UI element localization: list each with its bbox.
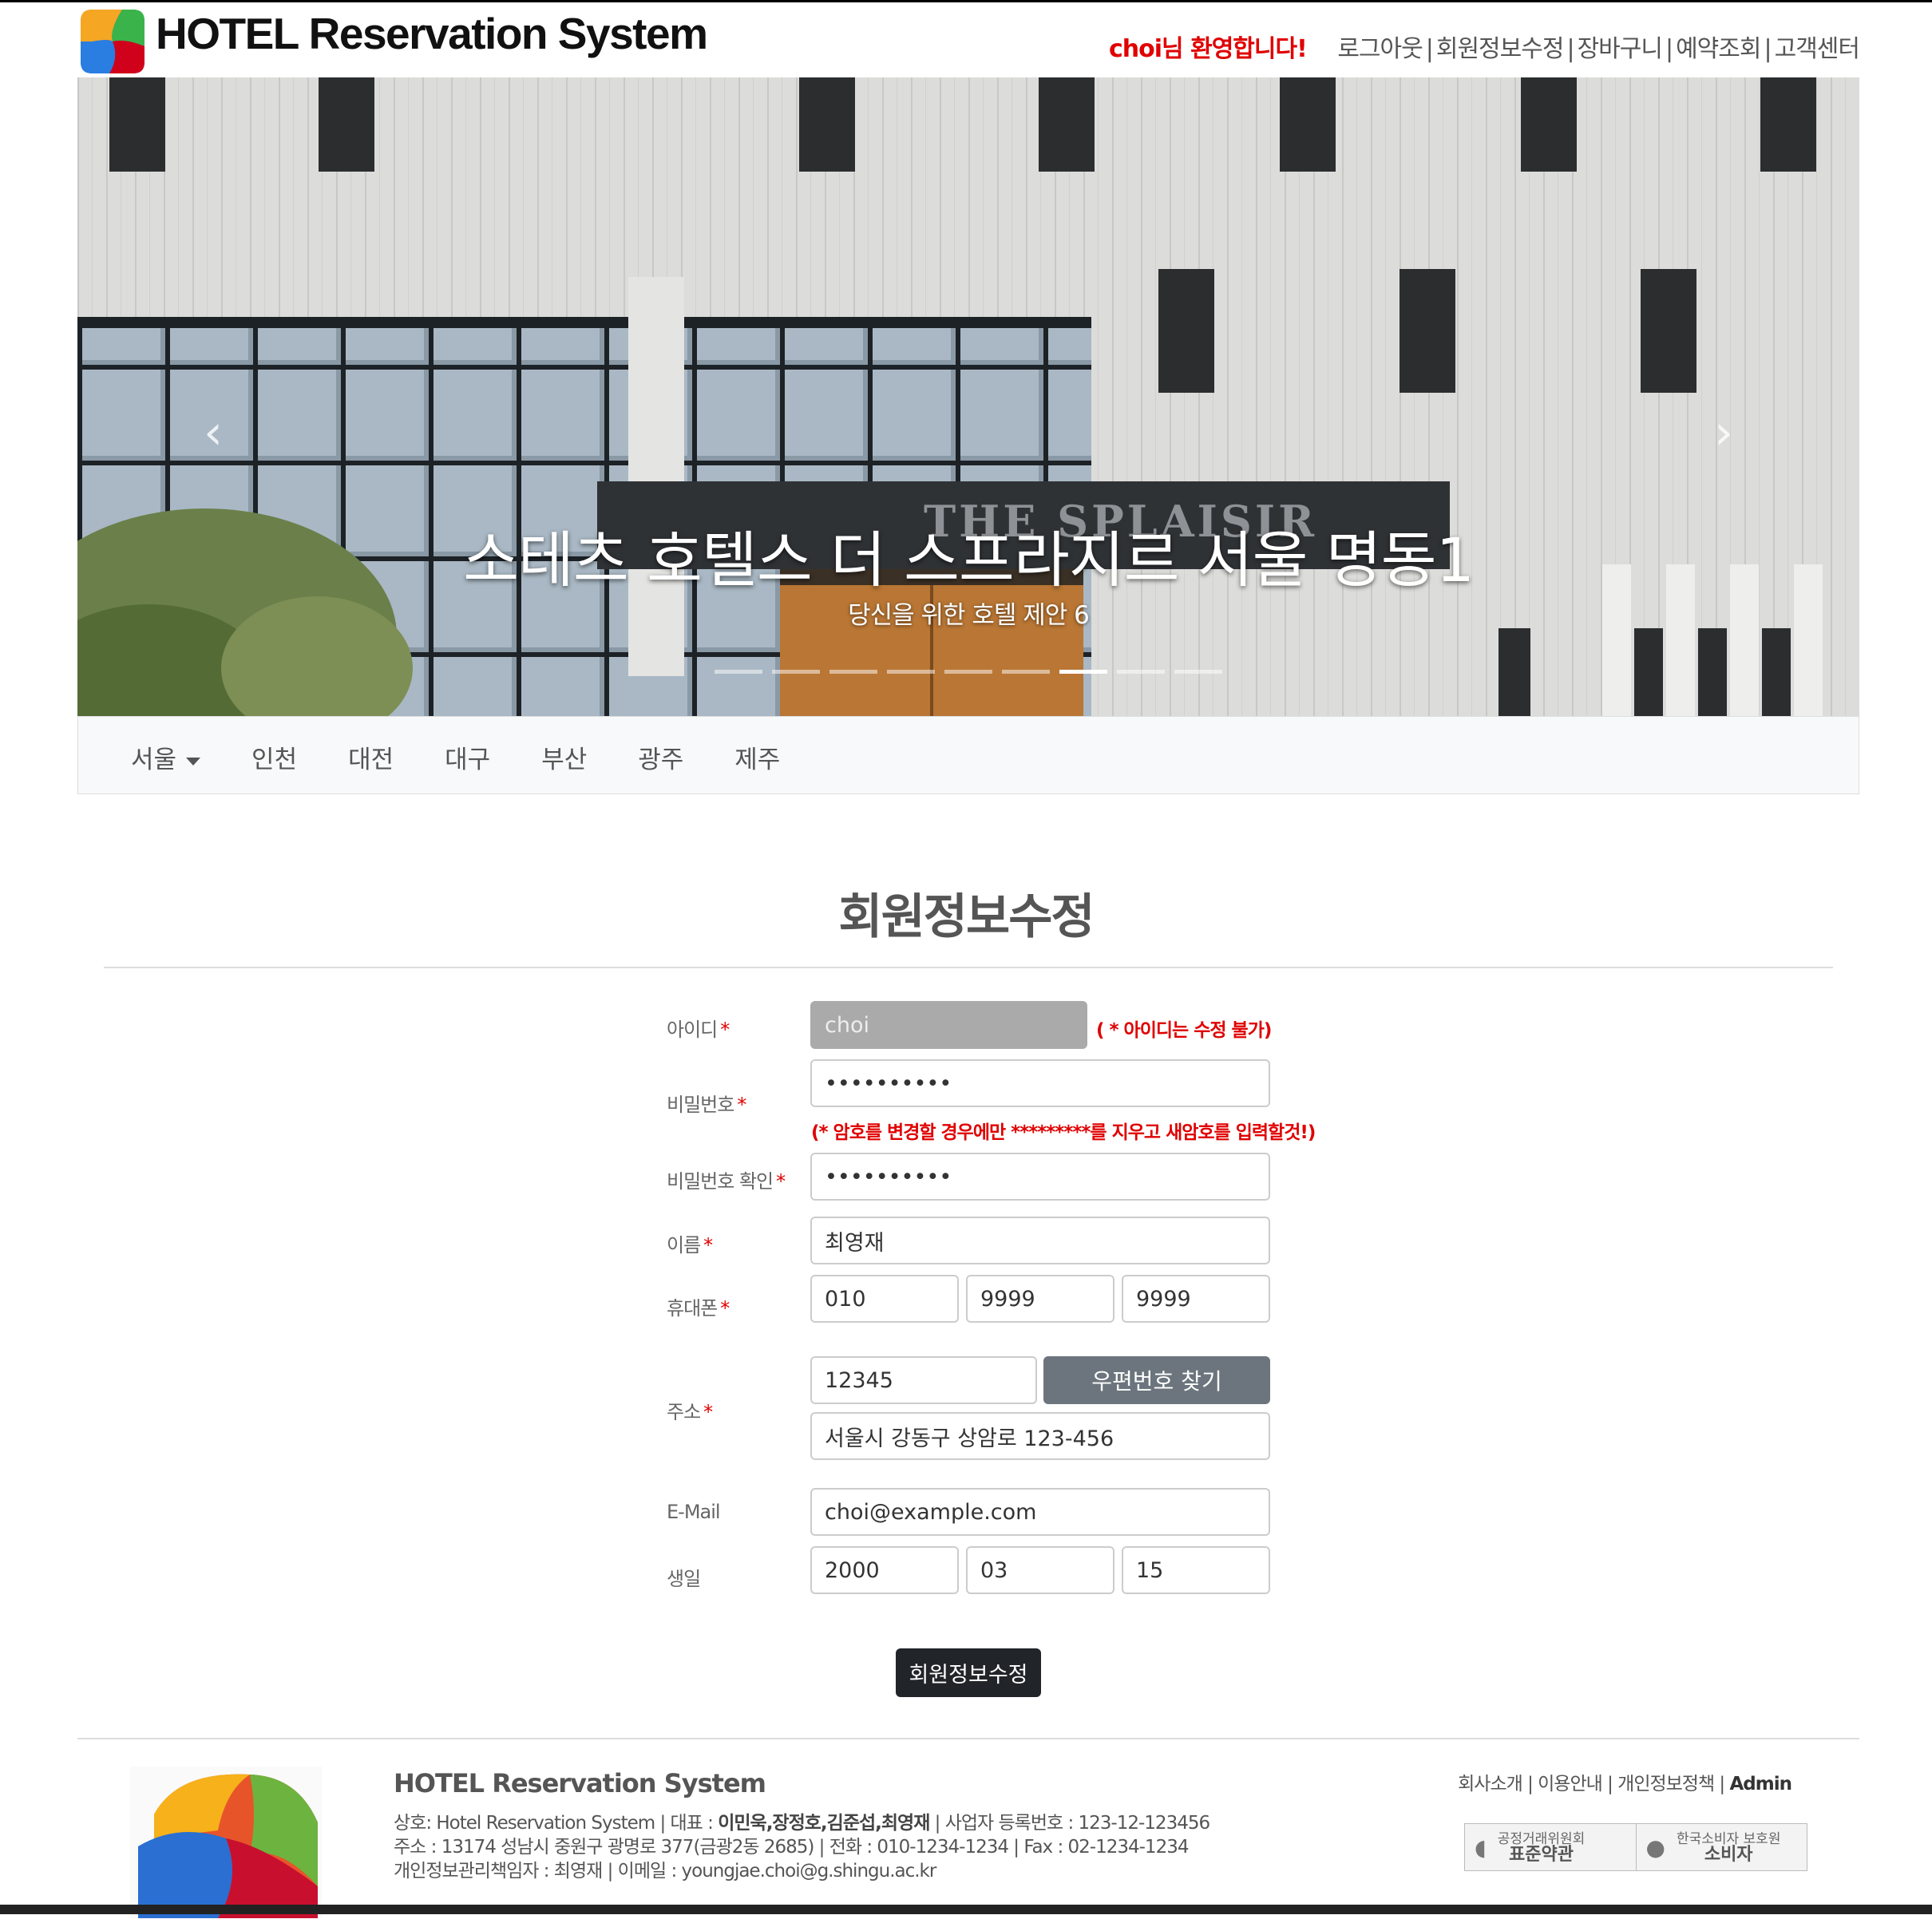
nav-item-daegu[interactable]: 대구 xyxy=(445,739,490,775)
birth-year-field[interactable] xyxy=(810,1546,959,1594)
phone-last-field[interactable] xyxy=(1122,1275,1270,1323)
carousel-indicator[interactable] xyxy=(944,670,992,674)
site-footer: HOTEL Reservation System 상호: Hotel Reser… xyxy=(77,1738,1859,1923)
certification-badges: ◖ 공정거래위원회 표준약관 ● 한국소비자 보호원 소비자 xyxy=(1464,1823,1807,1871)
reservation-lookup-link[interactable]: 예약조회 xyxy=(1676,35,1761,63)
consumer-agency-badge[interactable]: ● 한국소비자 보호원 소비자 xyxy=(1635,1824,1807,1870)
footer-logo xyxy=(130,1767,322,1918)
nav-item-busan[interactable]: 부산 xyxy=(541,739,587,775)
id-note: ( * 아이디는 수정 불가) xyxy=(1096,1020,1272,1041)
logout-link[interactable]: 로그아웃 xyxy=(1337,35,1423,63)
carousel-indicator[interactable] xyxy=(829,670,877,674)
phone-middle-field[interactable] xyxy=(966,1275,1114,1323)
nav-item-gwangju[interactable]: 광주 xyxy=(638,739,683,775)
address-label: 주소 * xyxy=(667,1401,713,1423)
carousel-title: 소테츠 호텔스 더 스프라지르 서울 명동1 xyxy=(463,524,1475,595)
phone-label: 휴대폰 * xyxy=(667,1297,730,1320)
birth-month-field[interactable] xyxy=(966,1546,1114,1594)
carousel-indicators xyxy=(715,670,1222,674)
page-title: 회원정보수정 xyxy=(838,889,1095,945)
email-label: E-Mail xyxy=(667,1501,721,1523)
carousel-indicator[interactable] xyxy=(1059,670,1107,674)
submit-button[interactable]: 회원정보수정 xyxy=(896,1648,1041,1697)
privacy-policy-link[interactable]: 개인정보정책 xyxy=(1617,1774,1715,1794)
bottom-bar xyxy=(0,1905,1932,1914)
carousel-indicator[interactable] xyxy=(772,670,820,674)
carousel-indicator[interactable] xyxy=(1174,670,1222,674)
carousel-indicator[interactable] xyxy=(1117,670,1165,674)
footer-info: 상호: Hotel Reservation System | 대표 : 이민욱,… xyxy=(394,1811,1210,1883)
carousel-indicator[interactable] xyxy=(1002,670,1050,674)
consumer-logo-icon: ● xyxy=(1645,1834,1665,1861)
id-label: 아이디 * xyxy=(667,1019,730,1041)
password-field[interactable] xyxy=(810,1059,1270,1107)
divider xyxy=(104,967,1833,968)
caret-down-icon xyxy=(186,757,201,766)
customer-center-link[interactable]: 고객센터 xyxy=(1775,35,1860,63)
birth-day-field[interactable] xyxy=(1122,1546,1270,1594)
site-header: HOTEL Reservation System choi님 환영합니다! 로그… xyxy=(77,0,1860,77)
footer-line-1: 상호: Hotel Reservation System | 대표 : 이민욱,… xyxy=(394,1813,1210,1834)
top-links: choi님 환영합니다! 로그아웃 | 회원정보수정 | 장바구니 | 예약조회 | 고객센터 xyxy=(1109,35,1860,63)
ftc-badge[interactable]: ◖ 공정거래위원회 표준약관 xyxy=(1465,1824,1636,1870)
footer-links: 회사소개 | 이용안내 | 개인정보정책 | Admin xyxy=(1458,1774,1792,1794)
email-field[interactable] xyxy=(810,1488,1270,1536)
password-confirm-label: 비밀번호 확인 * xyxy=(667,1170,786,1193)
cart-link[interactable]: 장바구니 xyxy=(1578,35,1663,63)
admin-link[interactable]: Admin xyxy=(1730,1774,1792,1794)
nav-item-daejeon[interactable]: 대전 xyxy=(348,739,394,775)
carousel-subtitle: 당신을 위한 호텔 제안 6 xyxy=(848,601,1090,630)
carousel-indicator[interactable] xyxy=(887,670,935,674)
nav-item-seoul[interactable]: 서울 xyxy=(131,739,201,775)
site-title[interactable]: HOTEL Reservation System xyxy=(156,8,708,59)
password-label: 비밀번호 * xyxy=(667,1094,746,1116)
carousel-indicator[interactable] xyxy=(715,670,762,674)
hotel-logo[interactable] xyxy=(77,6,148,77)
id-field[interactable] xyxy=(810,1001,1087,1049)
company-intro-link[interactable]: 회사소개 xyxy=(1458,1774,1523,1794)
footer-line-3: 개인정보관리책임자 : 최영재 | 이메일 : youngjae.choi@g.… xyxy=(394,1861,936,1881)
nav-item-jeju[interactable]: 제주 xyxy=(734,739,780,775)
chevron-left-icon[interactable]: ‹ xyxy=(189,385,237,481)
eye-logo-icon: ◖ xyxy=(1475,1834,1487,1861)
zip-code-field[interactable] xyxy=(810,1356,1037,1404)
hotel-carousel: THE SPLAISIR ‹ › 소테츠 호텔스 더 스프라지르 서울 명동1 … xyxy=(77,77,1859,716)
city-navbar: 서울 인천 대전 대구 부산 광주 제주 xyxy=(77,716,1859,794)
address-field[interactable] xyxy=(810,1412,1270,1460)
edit-profile-link[interactable]: 회원정보수정 xyxy=(1436,35,1565,63)
name-label: 이름 * xyxy=(667,1234,713,1256)
phone-prefix-field[interactable] xyxy=(810,1275,959,1323)
birth-label: 생일 xyxy=(667,1568,701,1590)
name-field[interactable] xyxy=(810,1217,1270,1264)
password-confirm-field[interactable] xyxy=(810,1153,1270,1201)
nav-item-incheon[interactable]: 인천 xyxy=(251,739,297,775)
usage-guide-link[interactable]: 이용안내 xyxy=(1538,1774,1603,1794)
footer-company-name: HOTEL Reservation System xyxy=(394,1768,766,1798)
password-note: (* 암호를 변경할 경우에만 *********를 지우고 새암호를 입력할것… xyxy=(811,1122,1316,1143)
chevron-right-icon[interactable]: › xyxy=(1700,385,1748,481)
welcome-message: choi님 환영합니다! xyxy=(1109,35,1308,63)
footer-line-2: 주소 : 13174 성남시 중원구 광명로 377(금광2동 2685) | … xyxy=(394,1837,1189,1858)
zip-search-button[interactable]: 우편번호 찾기 xyxy=(1043,1356,1270,1404)
